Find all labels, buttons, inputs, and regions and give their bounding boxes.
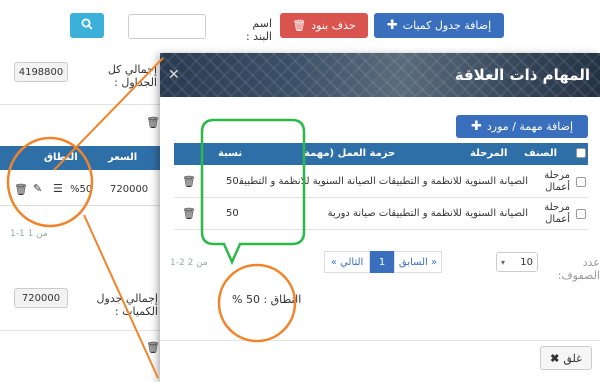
trash-icon[interactable]: 🗑 bbox=[14, 183, 28, 196]
range-info: 1-2 من 2 bbox=[170, 258, 208, 268]
rows-per-page-value: 10 bbox=[520, 256, 533, 268]
row-ratio: 50 bbox=[226, 176, 239, 188]
table-row: 🗑 ✎ ☰ %50 720000 bbox=[0, 172, 160, 206]
row-checkbox[interactable] bbox=[576, 177, 586, 187]
item-name-input[interactable] bbox=[128, 14, 206, 39]
stage-column-header: المرحلة bbox=[470, 148, 508, 159]
row-category: مرحلة أعمال bbox=[544, 202, 570, 225]
total-all-value: 4198800 bbox=[14, 62, 68, 82]
row-scope: %50 bbox=[70, 184, 93, 195]
modal-footer-divider bbox=[160, 340, 600, 341]
close-icon: ✖ bbox=[550, 352, 560, 365]
package-column-header: حزمة العمل (مهمة bbox=[304, 148, 396, 159]
rows-per-page-label: عدد الصفوف: bbox=[557, 256, 600, 282]
pagination-info: 1-1 من 1 bbox=[10, 229, 48, 239]
search-icon bbox=[81, 18, 93, 33]
next-page-button[interactable]: التالي » bbox=[324, 251, 370, 273]
delete-items-button[interactable]: حذف بنود 🗑 bbox=[280, 13, 368, 38]
row-price: 720000 bbox=[110, 184, 149, 195]
row-checkbox[interactable] bbox=[576, 209, 586, 219]
trash-icon[interactable]: 🗑 bbox=[182, 175, 196, 188]
row-package: الصيانة السنوية للانظمة و التطبيقات الصي… bbox=[226, 176, 528, 187]
page-1-button[interactable]: 1 bbox=[370, 251, 394, 273]
table-row: مرحلة أعمال الصيانة السنوية للانظمة و ال… bbox=[174, 198, 588, 230]
divider bbox=[0, 104, 160, 105]
add-quantity-table-button[interactable]: إضافة جدول كميات ✚ bbox=[374, 13, 504, 38]
price-column-header: السعر bbox=[108, 152, 138, 163]
items-table-header: السعر النطاق bbox=[0, 146, 160, 170]
list-icon[interactable]: ☰ bbox=[53, 182, 63, 195]
scope-summary: النطاق : 50 % bbox=[232, 293, 302, 306]
item-name-label: اسم البند : bbox=[245, 17, 272, 43]
add-task-label: إضافة مهمة / مورد bbox=[486, 120, 574, 133]
related-tasks-modal: المهام ذات العلاقة ✕ إضافة مهمة / مورد ✚… bbox=[160, 53, 600, 382]
row-category: مرحلة أعمال bbox=[544, 170, 570, 193]
row-ratio: 50 bbox=[226, 208, 239, 219]
add-task-button[interactable]: إضافة مهمة / مورد ✚ bbox=[456, 115, 588, 138]
add-table-label: إضافة جدول كميات bbox=[402, 19, 492, 32]
divider bbox=[0, 330, 160, 331]
total-table-value: 720000 bbox=[14, 288, 68, 308]
table-row: مرحلة أعمال الصيانة السنوية للانظمة و ال… bbox=[174, 166, 588, 198]
row-package: الصيانة السنوية للانظمة و التطبيقات صيان… bbox=[327, 208, 528, 219]
delete-items-label: حذف بنود bbox=[311, 19, 356, 32]
ratio-column-header: نسبة bbox=[218, 148, 243, 159]
category-column-header: الصنف bbox=[524, 148, 558, 159]
plus-icon: ✚ bbox=[386, 18, 398, 33]
chevron-down-icon: ▾ bbox=[501, 257, 506, 267]
modal-header: المهام ذات العلاقة ✕ bbox=[160, 53, 600, 97]
close-label: غلق bbox=[563, 352, 582, 365]
plus-icon: ✚ bbox=[471, 119, 482, 134]
page: إضافة جدول كميات ✚ حذف بنود 🗑 اسم البند … bbox=[0, 0, 600, 382]
rows-per-page-select[interactable]: ▾ 10 bbox=[496, 252, 538, 272]
select-all-checkbox[interactable] bbox=[576, 148, 586, 158]
total-all-label: إجمالي كل الجداول : bbox=[107, 63, 157, 89]
prev-page-button[interactable]: « السابق bbox=[394, 251, 442, 273]
trash-icon[interactable]: 🗑 bbox=[146, 116, 160, 129]
trash-icon[interactable]: 🗑 bbox=[182, 207, 196, 220]
tasks-table-header: الصنف المرحلة حزمة العمل (مهمة نسبة bbox=[174, 143, 588, 165]
trash-icon[interactable]: 🗑 bbox=[146, 341, 160, 354]
search-button[interactable] bbox=[70, 13, 104, 38]
modal-title: المهام ذات العلاقة bbox=[454, 66, 590, 84]
total-table-label: إجمالي جدول الكميات : bbox=[96, 292, 158, 318]
scope-column-header: النطاق bbox=[44, 152, 78, 163]
trash-icon: 🗑 bbox=[292, 19, 307, 32]
edit-icon[interactable]: ✎ bbox=[33, 182, 42, 195]
close-button[interactable]: غلق ✖ bbox=[540, 346, 592, 370]
close-icon[interactable]: ✕ bbox=[168, 67, 180, 83]
